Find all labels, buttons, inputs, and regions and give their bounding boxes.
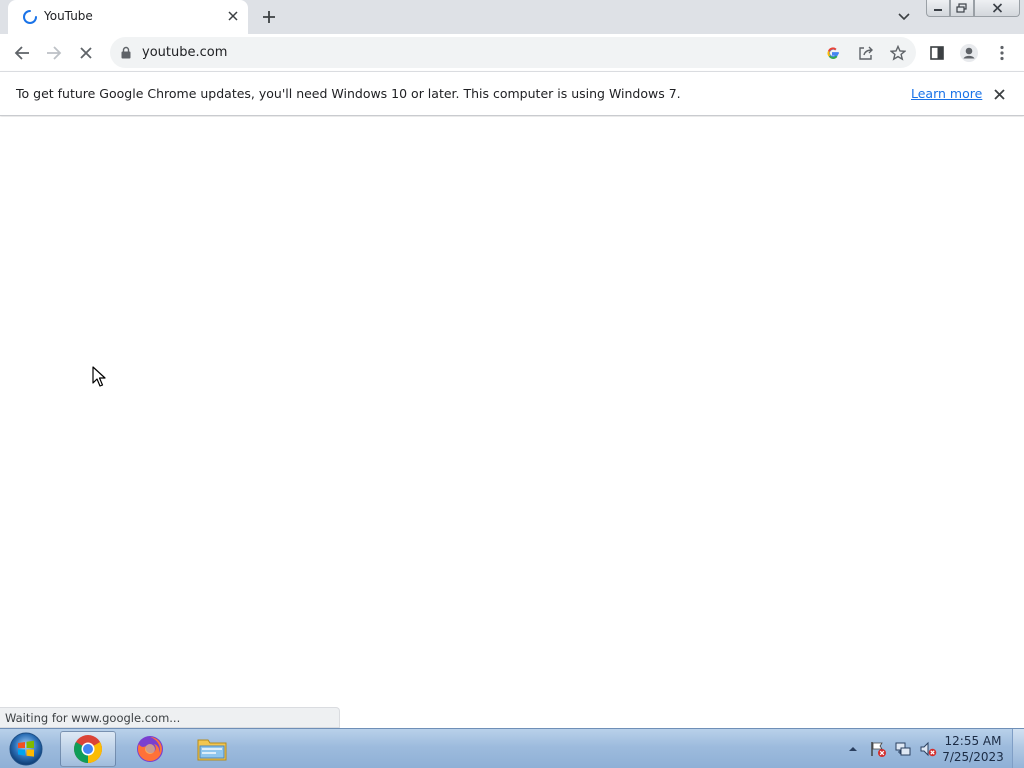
network-icon[interactable]	[892, 738, 914, 760]
chrome-icon	[74, 735, 102, 763]
windows-orb-icon	[9, 732, 43, 766]
start-button[interactable]	[6, 730, 46, 768]
mouse-cursor-icon	[92, 366, 106, 387]
windows-taskbar: 12:55 AM 7/25/2023	[0, 728, 1024, 768]
profile-avatar-icon[interactable]	[956, 40, 982, 66]
restore-button[interactable]	[950, 0, 974, 17]
tab-youtube[interactable]: YouTube	[8, 0, 248, 34]
clock-time: 12:55 AM	[944, 734, 1002, 748]
volume-muted-icon[interactable]	[917, 738, 939, 760]
taskbar-clock[interactable]: 12:55 AM 7/25/2023	[938, 733, 1008, 765]
infobar-close-icon[interactable]	[990, 85, 1008, 103]
loading-spinner-icon	[23, 10, 37, 24]
stop-loading-icon[interactable]	[73, 40, 99, 66]
new-tab-plus-icon[interactable]	[258, 6, 280, 28]
url-text[interactable]: youtube.com	[142, 45, 227, 60]
infobar-message: To get future Google Chrome updates, you…	[16, 86, 681, 101]
kebab-menu-icon[interactable]	[989, 40, 1015, 66]
learn-more-link[interactable]: Learn more	[911, 86, 982, 101]
tab-strip: YouTube	[0, 0, 1024, 34]
lock-icon[interactable]	[120, 46, 132, 59]
browser-toolbar: youtube.com	[0, 34, 1024, 71]
back-arrow-icon[interactable]	[9, 40, 35, 66]
page-content[interactable]	[0, 117, 1024, 728]
taskbar-chrome[interactable]	[60, 731, 116, 767]
action-center-flag-icon[interactable]	[867, 738, 889, 760]
status-bubble: Waiting for www.google.com...	[0, 707, 340, 728]
update-infobar: To get future Google Chrome updates, you…	[0, 71, 1024, 116]
address-bar[interactable]: youtube.com	[110, 37, 916, 68]
close-window-button[interactable]	[974, 0, 1020, 17]
screen: YouTube youtube.com To get future Google…	[0, 0, 1024, 768]
taskbar-firefox[interactable]	[122, 731, 178, 767]
minimize-button[interactable]	[926, 0, 950, 17]
show-desktop-button[interactable]	[1012, 729, 1024, 768]
file-explorer-icon	[197, 739, 227, 761]
bookmark-star-icon[interactable]	[888, 43, 908, 63]
firefox-icon	[137, 736, 163, 762]
tab-search-chevron-icon[interactable]	[894, 8, 914, 26]
system-tray	[842, 729, 942, 768]
google-lens-g-icon[interactable]	[823, 43, 843, 63]
taskbar-file-explorer[interactable]	[184, 731, 240, 767]
show-hidden-icons-icon[interactable]	[842, 738, 864, 760]
clock-date: 7/25/2023	[942, 750, 1004, 764]
window-controls	[926, 0, 1020, 18]
forward-arrow-icon[interactable]	[41, 40, 67, 66]
tab-close-icon[interactable]	[224, 7, 242, 25]
side-panel-icon[interactable]	[924, 40, 950, 66]
share-icon[interactable]	[856, 43, 876, 63]
tab-title: YouTube	[44, 9, 93, 23]
